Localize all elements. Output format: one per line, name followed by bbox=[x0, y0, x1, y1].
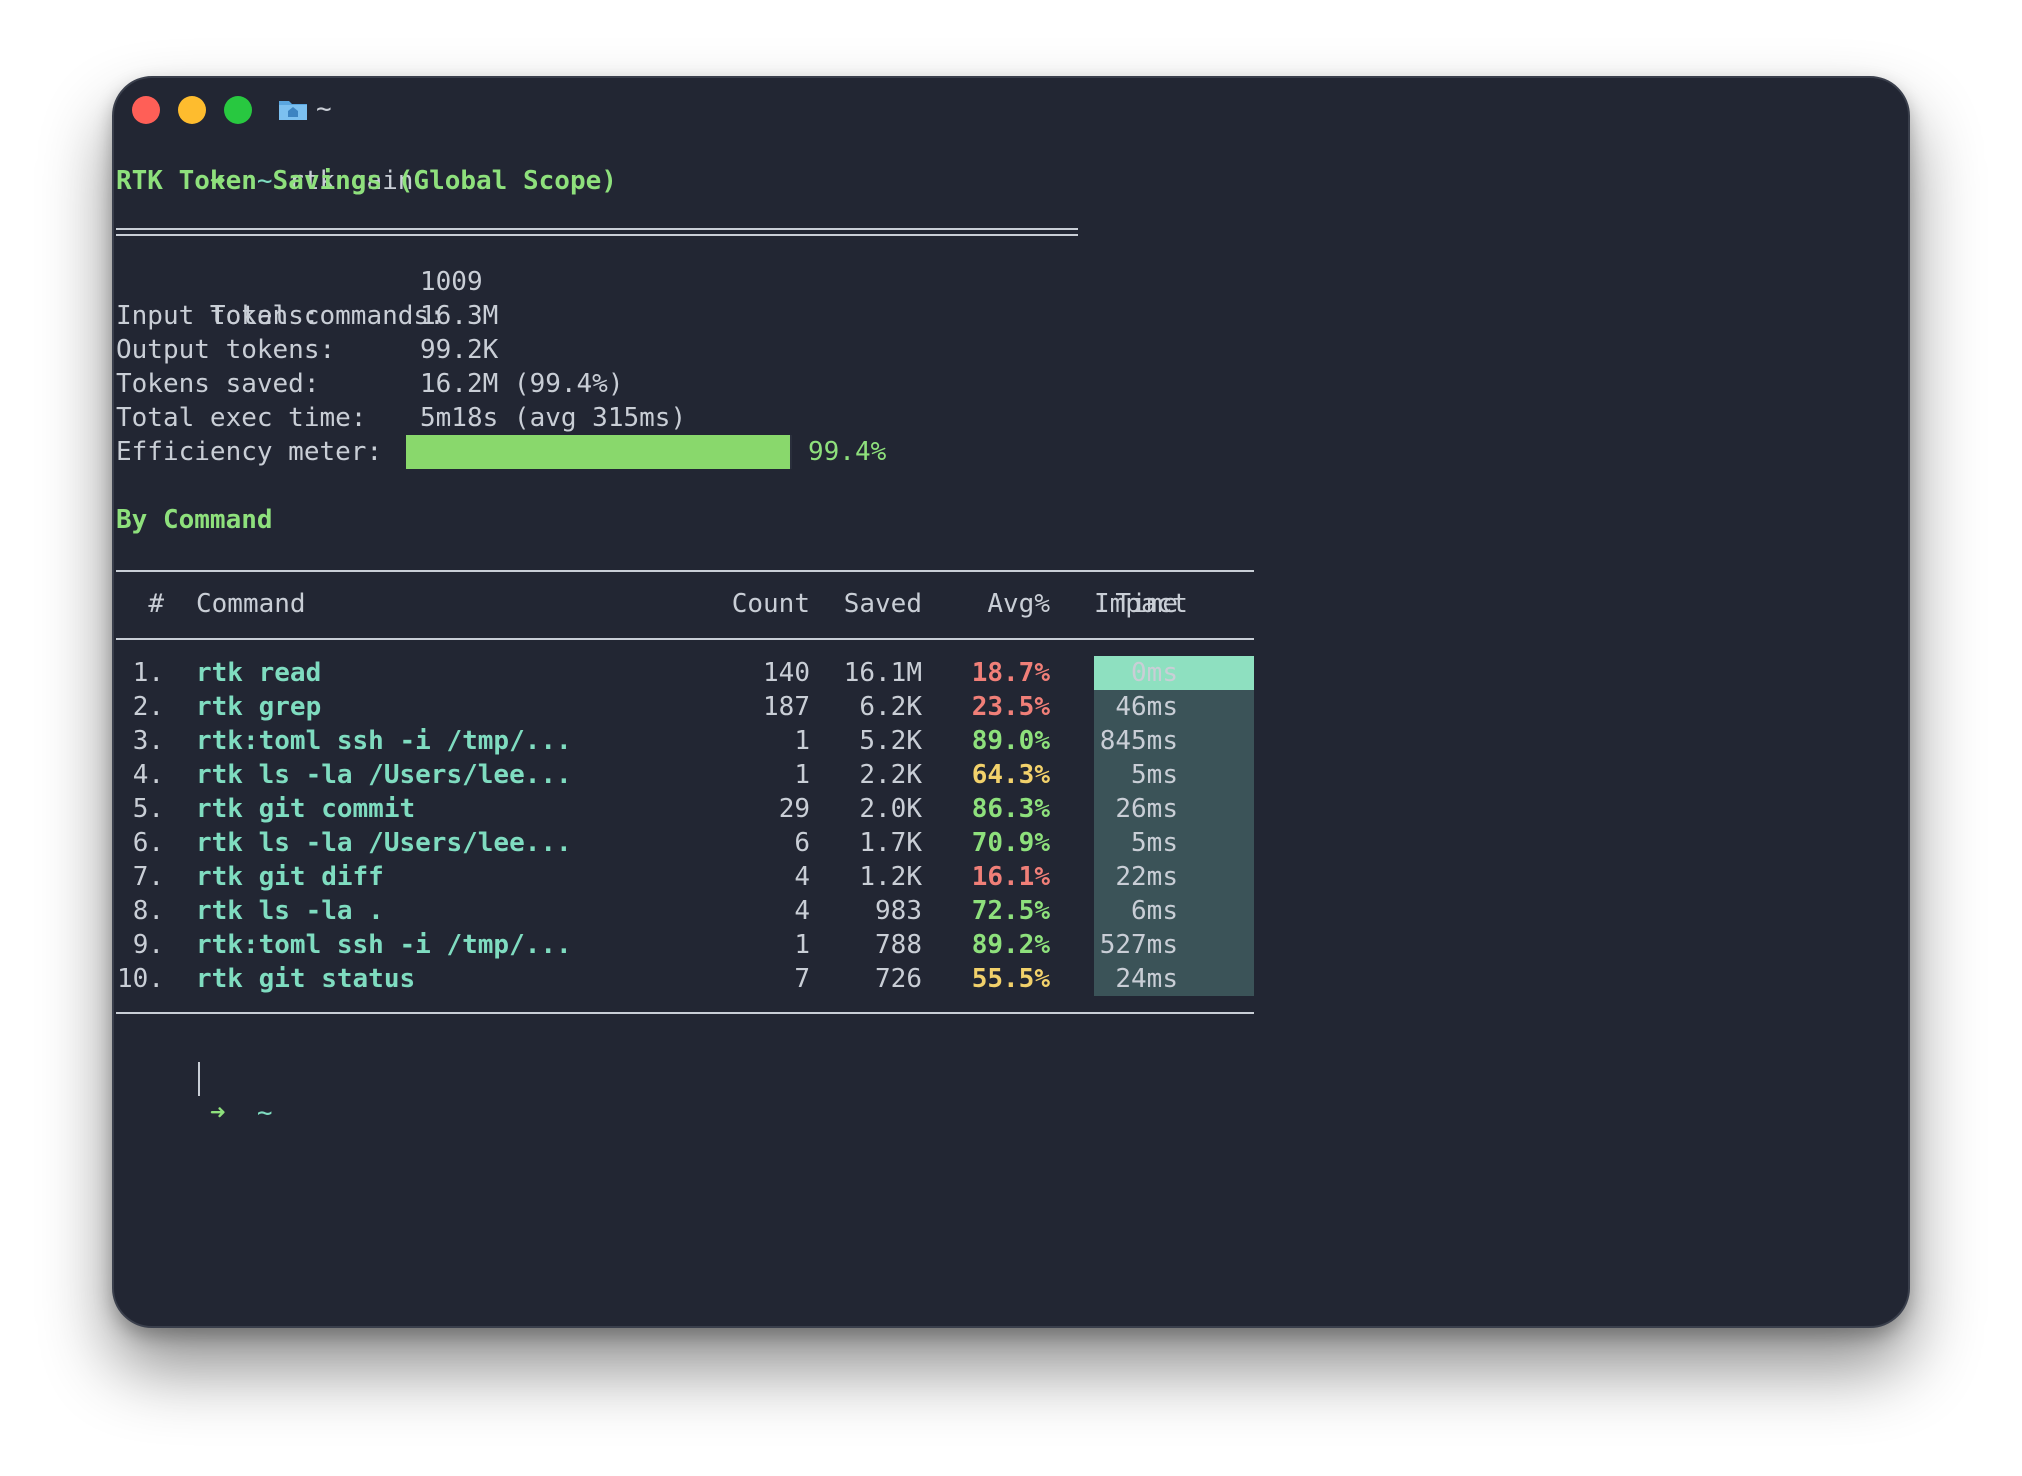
row-avg-percent: 18.7% bbox=[971, 658, 1050, 688]
terminal-window: ~ ➜ ~ rtk gain RTK Token Savings (Global… bbox=[112, 76, 1910, 1328]
col-header-rank: # bbox=[148, 589, 164, 619]
stat-value: 16.3M bbox=[420, 301, 499, 331]
row-rank: 10. bbox=[117, 964, 164, 994]
row-saved: 983 bbox=[875, 896, 922, 926]
row-time: 26ms bbox=[1115, 794, 1178, 824]
row-rank: 5. bbox=[132, 794, 164, 824]
row-avg-percent: 64.3% bbox=[971, 760, 1050, 790]
row-count: 6 bbox=[794, 828, 810, 858]
row-time: 845ms bbox=[1099, 726, 1178, 756]
stat-label: Total exec time: bbox=[116, 403, 367, 433]
row-saved: 5.2K bbox=[859, 726, 922, 756]
col-header-saved: Saved bbox=[843, 589, 922, 619]
prompt-arrow-icon: ➜ bbox=[209, 1098, 226, 1128]
row-avg-percent: 89.0% bbox=[971, 726, 1050, 756]
efficiency-meter-label: Efficiency meter: bbox=[116, 437, 383, 467]
col-header-count: Count bbox=[731, 589, 810, 619]
row-command: rtk:toml ssh -i /tmp/... bbox=[196, 726, 572, 756]
row-avg-percent: 55.5% bbox=[971, 964, 1050, 994]
row-saved: 2.2K bbox=[859, 760, 922, 790]
row-count: 4 bbox=[794, 896, 810, 926]
row-time: 5ms bbox=[1131, 828, 1178, 858]
row-rank: 6. bbox=[132, 828, 164, 858]
row-saved: 1.7K bbox=[859, 828, 922, 858]
row-saved: 726 bbox=[875, 964, 922, 994]
row-time: 5ms bbox=[1131, 760, 1178, 790]
row-rank: 8. bbox=[132, 896, 164, 926]
prompt-line[interactable]: ➜ ~ bbox=[116, 1062, 273, 1128]
row-command: rtk grep bbox=[196, 692, 322, 722]
row-time: 46ms bbox=[1115, 692, 1178, 722]
command-line: ➜ ~ rtk gain bbox=[116, 130, 414, 196]
row-avg-percent: 70.9% bbox=[971, 828, 1050, 858]
row-command: rtk:toml ssh -i /tmp/... bbox=[196, 930, 572, 960]
row-avg-percent: 72.5% bbox=[971, 896, 1050, 926]
row-count: 29 bbox=[778, 794, 810, 824]
row-saved: 6.2K bbox=[859, 692, 922, 722]
row-command: rtk git diff bbox=[196, 862, 384, 892]
row-avg-percent: 89.2% bbox=[971, 930, 1050, 960]
row-count: 187 bbox=[763, 692, 810, 722]
stat-label: Input tokens: bbox=[116, 301, 320, 331]
row-time: 24ms bbox=[1115, 964, 1178, 994]
efficiency-meter-percent: 99.4% bbox=[808, 437, 887, 467]
efficiency-meter-bar bbox=[406, 435, 792, 469]
row-rank: 2. bbox=[132, 692, 164, 722]
prompt-dir: ~ bbox=[256, 1098, 273, 1128]
row-count: 7 bbox=[794, 964, 810, 994]
col-header-command: Command bbox=[196, 589, 306, 619]
row-saved: 788 bbox=[875, 930, 922, 960]
row-saved: 1.2K bbox=[859, 862, 922, 892]
row-command: rtk git commit bbox=[196, 794, 416, 824]
stat-value: 5m18s (avg 315ms) bbox=[420, 403, 687, 433]
row-count: 4 bbox=[794, 862, 810, 892]
row-time: 527ms bbox=[1099, 930, 1178, 960]
row-avg-percent: 23.5% bbox=[971, 692, 1050, 722]
col-header-avg: Avg% bbox=[987, 589, 1050, 619]
row-time: 22ms bbox=[1115, 862, 1178, 892]
row-saved: 16.1M bbox=[843, 658, 922, 688]
row-rank: 3. bbox=[132, 726, 164, 756]
row-time: 6ms bbox=[1131, 896, 1178, 926]
stat-value: 99.2K bbox=[420, 335, 499, 365]
table-bottom-rule bbox=[116, 1012, 1254, 1014]
row-command: rtk ls -la /Users/lee... bbox=[196, 828, 572, 858]
row-rank: 4. bbox=[132, 760, 164, 790]
row-avg-percent: 16.1% bbox=[971, 862, 1050, 892]
report-heading: RTK Token Savings (Global Scope) bbox=[116, 166, 617, 196]
row-command: rtk ls -la /Users/lee... bbox=[196, 760, 572, 790]
row-count: 1 bbox=[794, 760, 810, 790]
by-command-heading: By Command bbox=[116, 505, 273, 535]
row-count: 140 bbox=[763, 658, 810, 688]
stat-value: 16.2M (99.4%) bbox=[420, 369, 624, 399]
row-command: rtk git status bbox=[196, 964, 416, 994]
table-top-rule bbox=[116, 570, 1254, 572]
stat-label: Tokens saved: bbox=[116, 369, 320, 399]
row-command: rtk read bbox=[196, 658, 322, 688]
row-count: 1 bbox=[794, 726, 810, 756]
stat-value: 1009 bbox=[420, 267, 483, 297]
row-count: 1 bbox=[794, 930, 810, 960]
text-cursor bbox=[198, 1062, 200, 1096]
stat-row: Total commands: bbox=[116, 265, 445, 331]
row-avg-percent: 86.3% bbox=[971, 794, 1050, 824]
table-header-rule bbox=[116, 638, 1254, 640]
efficiency-meter-fill bbox=[406, 435, 790, 469]
col-header-impact: Impact bbox=[1094, 589, 1188, 619]
row-command: rtk ls -la . bbox=[196, 896, 384, 926]
stat-label: Output tokens: bbox=[116, 335, 336, 365]
row-time: 0ms bbox=[1131, 658, 1178, 688]
row-saved: 2.0K bbox=[859, 794, 922, 824]
row-rank: 1. bbox=[132, 658, 164, 688]
heading-double-rule bbox=[116, 228, 1078, 236]
terminal-content[interactable]: ➜ ~ rtk gain RTK Token Savings (Global S… bbox=[116, 78, 1908, 1326]
row-rank: 9. bbox=[132, 930, 164, 960]
row-rank: 7. bbox=[132, 862, 164, 892]
